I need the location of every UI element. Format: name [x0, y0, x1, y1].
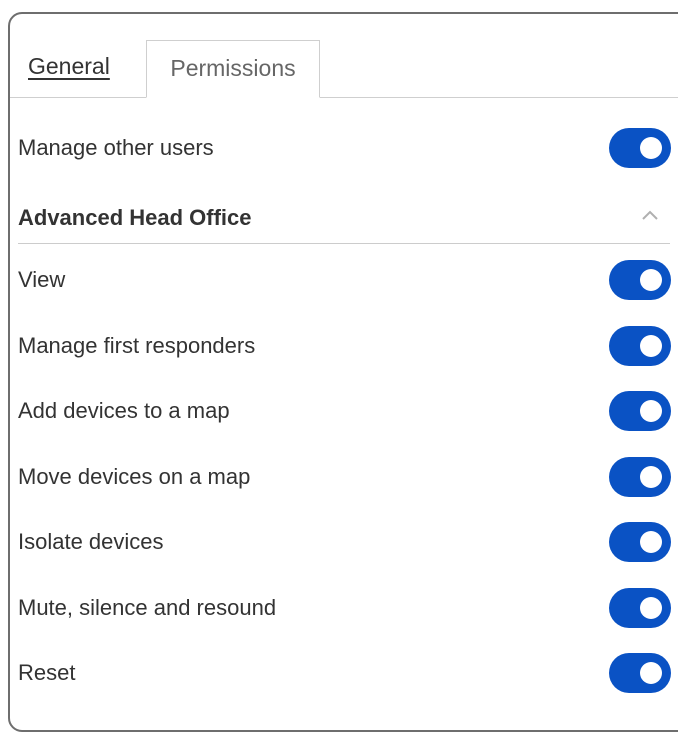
toggle-knob — [640, 335, 662, 357]
permission-row-move-devices-on-a-map: Move devices on a map — [10, 455, 678, 499]
permission-label: Reset — [18, 660, 76, 685]
tab-general[interactable]: General — [28, 53, 110, 80]
chevron-up-icon[interactable] — [640, 206, 660, 226]
permission-label: Manage first responders — [18, 333, 256, 358]
toggle-knob — [640, 597, 662, 619]
section-header-advanced-head-office: Advanced Head Office — [18, 192, 670, 244]
move-devices-on-a-map-toggle[interactable] — [609, 457, 671, 497]
toggle-knob — [640, 662, 662, 684]
mute-silence-resound-toggle[interactable] — [609, 588, 671, 628]
toggle-knob — [640, 400, 662, 422]
permission-row-reset: Reset — [10, 651, 678, 695]
permission-label: Move devices on a map — [18, 464, 251, 489]
toggle-knob — [640, 269, 662, 291]
view-toggle[interactable] — [609, 260, 671, 300]
permission-label: Mute, silence and resound — [18, 595, 277, 620]
permission-label: Add devices to a map — [18, 398, 230, 423]
add-devices-to-a-map-toggle[interactable] — [609, 391, 671, 431]
manage-first-responders-toggle[interactable] — [609, 326, 671, 366]
reset-toggle[interactable] — [609, 653, 671, 693]
permission-label: Isolate devices — [18, 529, 164, 554]
tab-bar: General Permissions — [10, 14, 678, 98]
section-title: Advanced Head Office — [18, 205, 252, 230]
permission-row-view: View — [10, 258, 678, 302]
permission-row-add-devices-to-a-map: Add devices to a map — [10, 389, 678, 433]
toggle-knob — [640, 137, 662, 159]
isolate-devices-toggle[interactable] — [609, 522, 671, 562]
permission-row-mute-silence-resound: Mute, silence and resound — [10, 586, 678, 630]
user-settings-panel: General Permissions Manage other users A… — [8, 12, 678, 732]
permission-row-isolate-devices: Isolate devices — [10, 520, 678, 564]
toggle-knob — [640, 531, 662, 553]
toggle-knob — [640, 466, 662, 488]
permission-label: Manage other users — [18, 135, 214, 160]
permission-row-manage-other-users: Manage other users — [10, 126, 678, 170]
permission-label: View — [18, 267, 66, 292]
manage-other-users-toggle[interactable] — [609, 128, 671, 168]
tab-permissions[interactable]: Permissions — [146, 40, 320, 98]
permission-row-manage-first-responders: Manage first responders — [10, 324, 678, 368]
